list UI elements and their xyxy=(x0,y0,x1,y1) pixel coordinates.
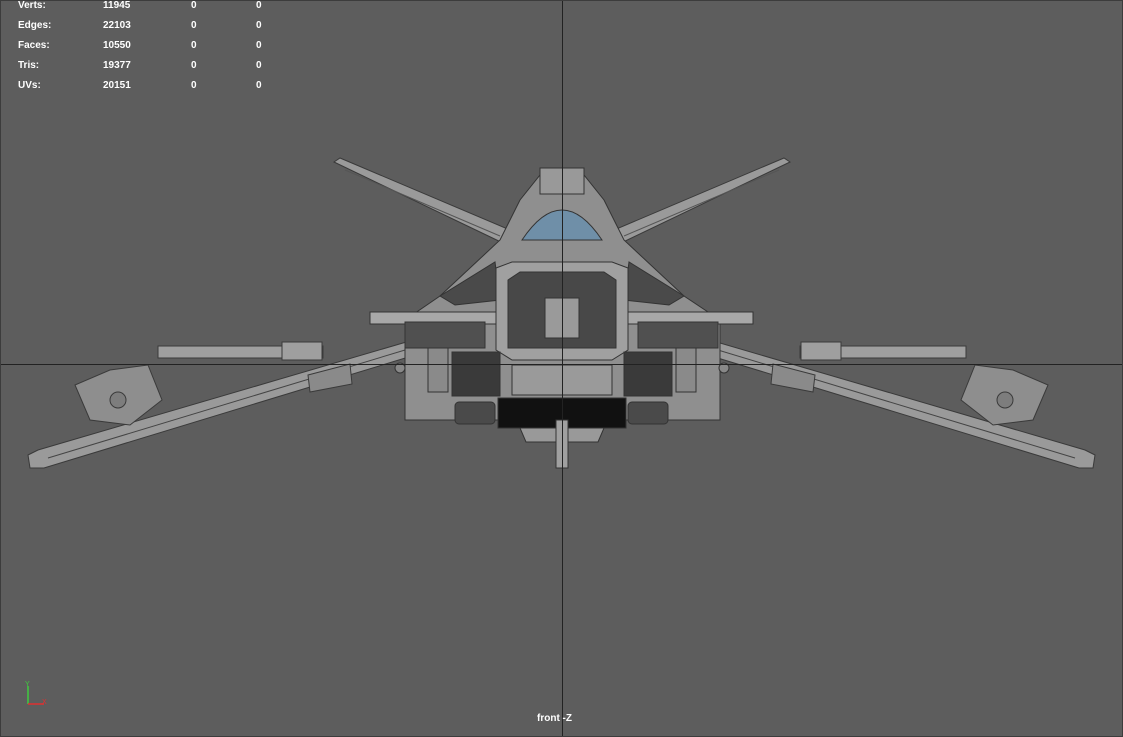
hud-value: 0 xyxy=(191,20,197,31)
camera-label: front -Z xyxy=(537,713,572,724)
hud-value: 0 xyxy=(256,80,262,91)
hud-value: 0 xyxy=(256,20,262,31)
hud-value: 0 xyxy=(256,60,262,71)
upper-right-wing xyxy=(613,157,792,245)
hud-value: 11945 xyxy=(103,0,131,11)
hud-value: 0 xyxy=(191,60,197,71)
hud-value: 10550 xyxy=(103,40,131,51)
hud-value: 0 xyxy=(191,80,197,91)
hud-label: Verts: xyxy=(18,0,46,11)
hud-label: Tris: xyxy=(18,60,40,71)
hud-label: UVs: xyxy=(18,80,41,91)
hud-value: 22103 xyxy=(103,20,131,31)
gizmo-y-label: Y xyxy=(25,681,30,688)
hud-value: 0 xyxy=(191,40,197,51)
hud-value: 19377 xyxy=(103,60,131,71)
upper-left-wing xyxy=(332,157,511,245)
hud-label: Edges: xyxy=(18,20,52,31)
hud-value: 0 xyxy=(256,40,262,51)
hud-value: 0 xyxy=(256,0,262,11)
hud-value: 0 xyxy=(191,0,197,11)
hud-label: Faces: xyxy=(18,40,50,51)
grid-axis-vertical xyxy=(562,0,563,737)
front-viewport[interactable]: Verts: 11945 0 0 Edges: 22103 0 0 Faces:… xyxy=(0,0,1123,737)
hud-value: 20151 xyxy=(103,80,131,91)
axis-gizmo: Y X xyxy=(25,681,47,706)
gizmo-x-label: X xyxy=(42,699,47,706)
